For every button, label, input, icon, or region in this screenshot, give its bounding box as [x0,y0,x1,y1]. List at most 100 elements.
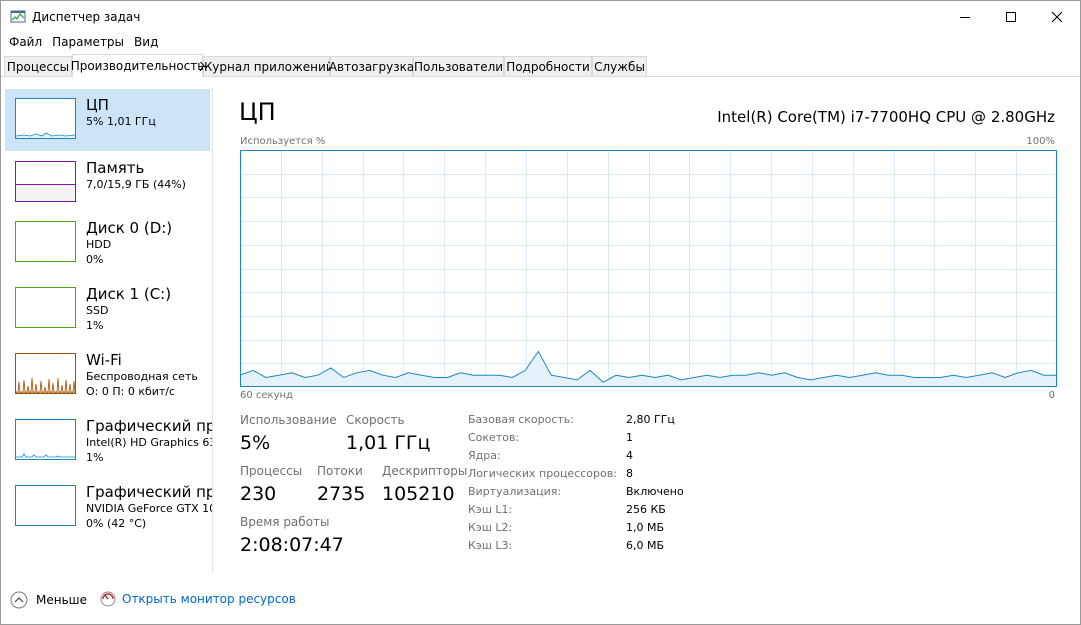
page-title: ЦП [239,98,276,126]
cpu-model-name: Intel(R) Core(TM) i7-7700HQ CPU @ 2.80GH… [717,108,1055,126]
sidebar-item-gpu0[interactable]: Графический процессор 0 Intel(R) HD Grap… [5,410,213,472]
sidebar-item-detail: SSD [86,304,109,317]
disk0-thumbnail [15,221,76,262]
sidebar-item-detail: 7,0/15,9 ГБ (44%) [86,178,186,191]
task-manager-window: Диспетчер задач Файл Параметры Вид Проце… [0,0,1081,625]
tab-performance[interactable]: Производительность [71,54,204,77]
sidebar-item-title: Графический процессор 0 [86,417,212,435]
uptime-value: 2:08:07:47 [240,534,344,556]
open-resource-monitor-link[interactable]: Открыть монитор ресурсов [100,591,296,607]
info-value: 4 [626,449,633,462]
gpu0-thumbnail [15,419,76,460]
sidebar-item-detail: Беспроводная сеть [86,370,198,383]
info-key: Логических процессоров: [468,467,617,480]
info-key: Виртуализация: [468,485,562,498]
info-value: 8 [626,467,633,480]
tab-services[interactable]: Службы [592,56,647,76]
info-key: Кэш L2: [468,521,513,534]
info-value: Включено [626,485,684,498]
disk1-thumbnail [15,287,76,328]
info-key: Кэш L3: [468,539,513,552]
tab-bar: Процессы Производительность Журнал прило… [1,54,1080,77]
sidebar-item-value: 0% [86,253,104,266]
info-value: 1,0 МБ [626,521,665,534]
close-icon [1051,11,1063,22]
window-title: Диспетчер задач [32,9,141,24]
sidebar-item-title: ЦП [86,96,109,114]
resource-monitor-icon [100,591,116,607]
sidebar-item-value: 1% [86,451,104,464]
tab-processes[interactable]: Процессы [4,56,72,76]
handles-value: 105210 [382,483,455,505]
sidebar-item-value: 0% (42 °C) [86,517,147,530]
info-key: Кэш L1: [468,503,513,516]
chevron-up-icon [10,591,28,609]
info-value: 256 КБ [626,503,666,516]
footer-bar: Меньше Открыть монитор ресурсов [1,587,1080,615]
sidebar-item-memory[interactable]: Память 7,0/15,9 ГБ (44%) [5,152,210,214]
minimize-icon [960,16,970,18]
fewer-details-button[interactable]: Меньше [10,591,87,609]
sidebar-item-detail: NVIDIA GeForce GTX 1050 [86,502,212,515]
menu-params[interactable]: Параметры [47,35,129,49]
memory-thumbnail [15,161,76,202]
minimize-button[interactable] [942,1,988,32]
sidebar-item-detail: HDD [86,238,112,251]
sidebar-item-value: О: 0 П: 0 кбит/с [86,385,176,398]
task-manager-icon [10,10,26,22]
sidebar-item-detail: 5% 1,01 ГГц [86,115,156,128]
resource-sidebar: ЦП 5% 1,01 ГГц Память 7,0/15,9 ГБ (44%) … [1,88,213,574]
usage-label: Использование [240,413,337,427]
info-key: Сокетов: [468,431,520,444]
threads-value: 2735 [317,483,366,505]
close-button[interactable] [1034,1,1080,32]
sidebar-item-value: 1% [86,319,104,332]
handles-label: Дескрипторы [382,464,468,478]
maximize-icon [1006,11,1016,22]
threads-label: Потоки [317,464,363,478]
speed-label: Скорость [346,413,405,427]
sidebar-item-title: Диск 0 (D:) [86,219,173,237]
info-key: Ядра: [468,449,501,462]
sidebar-item-title: Память [86,159,145,177]
graph-grid [240,150,1057,387]
tab-users[interactable]: Пользователи [413,56,504,76]
tab-details[interactable]: Подробности [504,56,592,76]
info-key: Базовая скорость: [468,413,574,426]
speed-value: 1,01 ГГц [346,432,431,454]
sidebar-item-title: Диск 1 (C:) [86,285,172,303]
sidebar-item-wifi[interactable]: Wi-Fi Беспроводная сеть О: 0 П: 0 кбит/с [5,344,210,406]
menu-file[interactable]: Файл [4,35,47,49]
sidebar-item-disk0[interactable]: Диск 0 (D:) HDD 0% [5,212,210,274]
graph-x-label: 60 секунд [240,390,293,401]
graph-y-label: Используется % [240,136,326,147]
open-resource-monitor-label: Открыть монитор ресурсов [122,592,296,606]
cpu-thumbnail [15,98,76,139]
graph-x-end-label: 0 [1048,390,1055,401]
fewer-details-label: Меньше [36,593,88,607]
cpu-usage-graph [240,150,1057,387]
info-value: 2,80 ГГц [626,413,675,426]
sidebar-item-detail: Intel(R) HD Graphics 630 [86,436,213,449]
wifi-thumbnail [15,353,76,394]
info-value: 1 [626,431,633,444]
menu-view[interactable]: Вид [129,35,163,49]
info-value: 6,0 МБ [626,539,665,552]
sidebar-item-cpu[interactable]: ЦП 5% 1,01 ГГц [5,89,210,151]
uptime-label: Время работы [240,515,330,529]
sidebar-item-title: Wi-Fi [86,351,122,369]
memory-usage-fill [16,184,75,201]
tab-app-history[interactable]: Журнал приложений [199,56,334,76]
title-bar: Диспетчер задач [1,1,1080,32]
menu-bar: Файл Параметры Вид [1,32,163,52]
gpu1-thumbnail [15,485,76,526]
graph-y-max-label: 100% [1026,136,1055,147]
sidebar-item-title: Графический процессор 1 [86,483,212,501]
processes-value: 230 [240,483,277,505]
processes-label: Процессы [240,464,303,478]
sidebar-item-disk1[interactable]: Диск 1 (C:) SSD 1% [5,278,210,340]
maximize-button[interactable] [988,1,1034,32]
tab-startup[interactable]: Автозагрузка [329,56,414,76]
sidebar-item-gpu1[interactable]: Графический процессор 1 NVIDIA GeForce G… [5,476,212,538]
usage-value: 5% [240,432,271,454]
